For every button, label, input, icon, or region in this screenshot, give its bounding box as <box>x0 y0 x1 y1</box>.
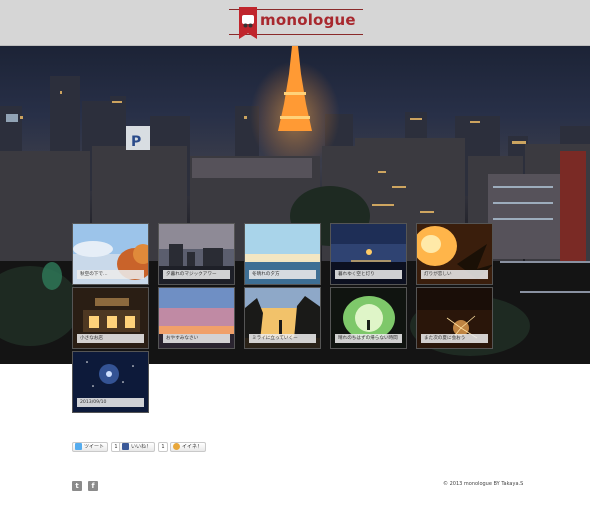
tile-caption: 晴れのちはずの帰らない時間 <box>335 334 402 343</box>
twitter-bird-icon <box>75 443 82 450</box>
svg-text:P: P <box>131 134 141 150</box>
gallery-tile-8[interactable]: ミライに立っていくー <box>244 287 321 349</box>
facebook-like-button[interactable]: いいね！ <box>119 441 156 452</box>
facebook-icon[interactable]: f <box>88 481 98 491</box>
logo-face-icon <box>242 15 254 28</box>
gallery-tile-10[interactable]: また次の夏に会おう <box>416 287 493 349</box>
tile-caption: 夕暮れのマジックアワー <box>163 270 230 279</box>
site-header: monologue <box>0 0 590 46</box>
iine-label: イイネ！ <box>182 444 203 450</box>
like-count: 1 <box>158 441 169 452</box>
gallery-tile-3[interactable]: 冬晴れの夕方 <box>244 223 321 285</box>
tile-caption: おやすみなさい <box>163 334 230 343</box>
tile-caption: 2013/09/10 <box>77 398 144 407</box>
gallery-tile-5[interactable]: 灯りが恋しい <box>416 223 493 285</box>
tile-caption: 灯りが恋しい <box>421 270 488 279</box>
tweet-share: ツイート 1 <box>72 441 122 452</box>
gallery-tile-7[interactable]: おやすみなさい <box>158 287 235 349</box>
site-logo[interactable]: monologue <box>229 7 363 39</box>
tile-caption: 秋空の下で… <box>77 270 144 279</box>
facebook-f-icon <box>122 443 129 450</box>
gallery-tile-6[interactable]: 小さなお店 <box>72 287 149 349</box>
tile-caption: 冬晴れの夕方 <box>249 270 316 279</box>
facebook-like-share: いいね！ 1 <box>119 441 169 452</box>
gallery-tile-1[interactable]: 秋空の下で… <box>72 223 149 285</box>
copyright-text: © 2013 monologue BY Takaya.S <box>443 481 524 487</box>
mixi-iine-share: イイネ！ <box>170 441 207 452</box>
mixi-smile-icon <box>173 443 180 450</box>
mixi-iine-button[interactable]: イイネ！ <box>170 441 207 452</box>
tile-caption: また次の夏に会おう <box>421 334 488 343</box>
tweet-label: ツイート <box>84 444 105 450</box>
gallery-tile-4[interactable]: 暮れゆく空と灯り <box>330 223 407 285</box>
page-root: monologue P 秋空の下で… 夕暮れのマジックアワー 冬晴れの夕方 暮れ… <box>0 0 590 508</box>
gallery-tile-9[interactable]: 晴れのちはずの帰らない時間 <box>330 287 407 349</box>
twitter-icon[interactable]: t <box>72 481 82 491</box>
like-label: いいね！ <box>131 444 152 450</box>
tweet-button[interactable]: ツイート <box>72 441 109 452</box>
tile-caption: 小さなお店 <box>77 334 144 343</box>
gallery-tile-2[interactable]: 夕暮れのマジックアワー <box>158 223 235 285</box>
site-title: monologue <box>260 11 356 29</box>
tile-caption: ミライに立っていくー <box>249 334 316 343</box>
logo-rule-bottom <box>229 34 363 35</box>
gallery-tile-11[interactable]: 2013/09/10 <box>72 351 149 413</box>
tile-caption: 暮れゆく空と灯り <box>335 270 402 279</box>
